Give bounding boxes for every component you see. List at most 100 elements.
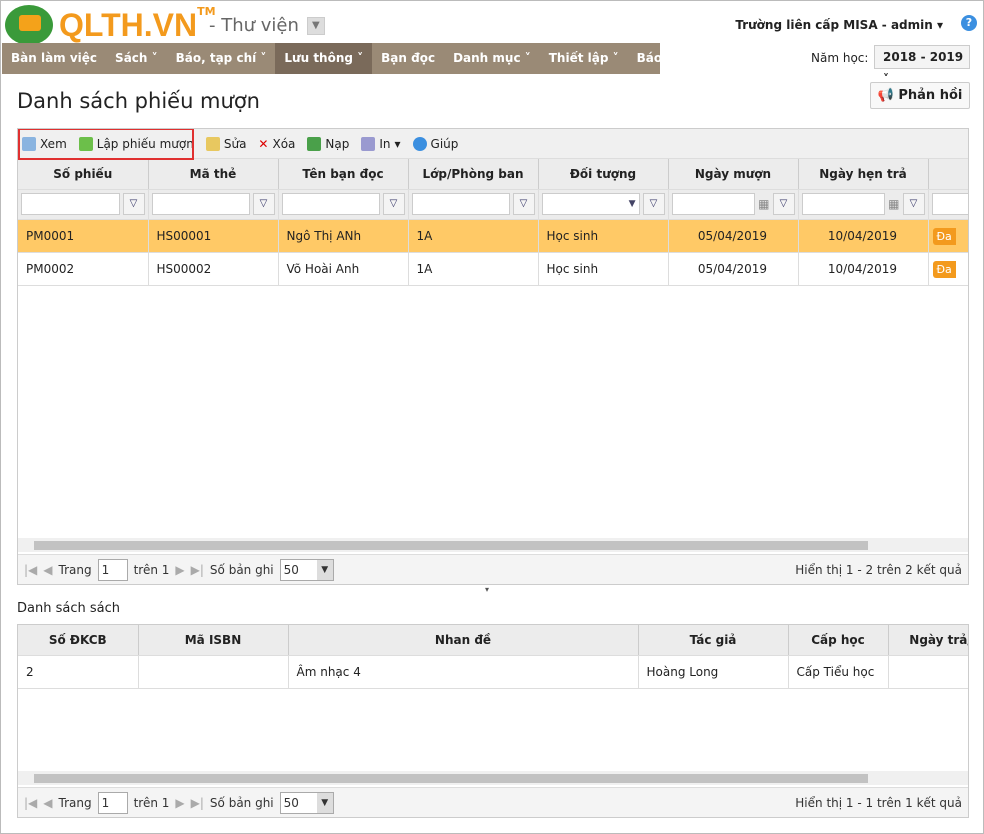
nav-ban-doc[interactable]: Bạn đọc — [372, 43, 444, 74]
filter-select[interactable]: ▼ — [541, 193, 640, 215]
print-icon — [361, 136, 376, 151]
col-ten-ban-doc[interactable]: Tên bạn đọc — [278, 159, 409, 190]
col-ma-the[interactable]: Mã thẻ — [148, 159, 279, 190]
reload-label: Nạp — [325, 136, 350, 151]
col-so-phieu[interactable]: Số phiếu — [18, 159, 149, 190]
books-grid: Số ĐKCB Mã ISBN Nhan đề Tác giả Cấp học … — [17, 624, 969, 818]
filter-input[interactable] — [671, 193, 756, 215]
filter-icon[interactable]: ▽ — [252, 193, 275, 215]
filter-icon[interactable]: ▽ — [902, 193, 925, 215]
filter-input[interactable] — [801, 193, 886, 215]
books-title: Danh sách sách — [17, 601, 120, 616]
table-row[interactable]: PM0002 HS00002 Võ Hoài Anh 1A Học sinh 0… — [18, 252, 968, 286]
col-nhan-de[interactable]: Nhan đề — [288, 625, 639, 656]
header-row: Số phiếu Mã thẻ Tên bạn đọc Lớp/Phòng ba… — [18, 159, 968, 190]
filter-icon[interactable]: ▽ — [642, 193, 665, 215]
page-input[interactable]: 1 — [97, 791, 128, 814]
next-page-icon[interactable]: ▶ — [175, 563, 184, 577]
nav-sach[interactable]: Sách ˅ — [106, 43, 167, 74]
print-label: In — [379, 136, 391, 151]
col-lop[interactable]: Lớp/Phòng ban — [408, 159, 539, 190]
splitter-handle[interactable]: ▾ — [485, 585, 489, 594]
prev-page-icon[interactable]: ◀ — [43, 796, 52, 810]
col-ngay-hen-tra[interactable]: Ngày hẹn trả — [798, 159, 929, 190]
cell: 10/04/2019 — [798, 252, 929, 286]
chevron-down-icon[interactable]: ▼ — [306, 16, 325, 35]
horizontal-scrollbar[interactable] — [18, 538, 968, 552]
filter-input[interactable] — [21, 193, 120, 215]
delete-label: Xóa — [272, 136, 296, 151]
calendar-icon[interactable]: ▦ — [758, 197, 769, 211]
toolbar: Xem Lập phiếu mượn Sửa ✕ Xóa Nạp In ▾ Giúp — [18, 129, 968, 160]
filter-input[interactable] — [931, 193, 968, 215]
first-page-icon[interactable]: |◀ — [24, 796, 37, 810]
nav-bao-cao[interactable]: Báo cáo — [628, 43, 699, 74]
filter-icon[interactable]: ▽ — [122, 193, 145, 215]
next-page-icon[interactable]: ▶ — [175, 796, 184, 810]
filter-input[interactable] — [281, 193, 380, 215]
page-title: Danh sách phiếu mượn — [17, 89, 260, 113]
col-ngay-tra[interactable]: Ngày trả/báo — [888, 625, 968, 656]
filter-input[interactable] — [151, 193, 250, 215]
page-size-select[interactable]: 50 — [279, 558, 334, 581]
calendar-icon[interactable]: ▦ — [888, 197, 899, 211]
edit-button[interactable]: Sửa — [205, 136, 247, 151]
cell: HS00002 — [148, 252, 279, 286]
col-cap-hoc[interactable]: Cấp học — [788, 625, 889, 656]
help-icon[interactable]: ? — [961, 15, 977, 31]
delete-button[interactable]: ✕ Xóa — [258, 137, 295, 151]
page-size-label: Số bản ghi — [209, 562, 274, 577]
prev-page-icon[interactable]: ◀ — [43, 563, 52, 577]
col-so-dkcb[interactable]: Số ĐKCB — [18, 625, 139, 656]
horizontal-scrollbar[interactable] — [18, 771, 968, 785]
filter-input[interactable] — [411, 193, 510, 215]
year-value: 2018 - 2019 — [883, 50, 964, 64]
col-ngay-muon[interactable]: Ngày mượn — [668, 159, 799, 190]
page-label: Trang — [58, 562, 92, 577]
col-trang-thai[interactable]: T — [928, 159, 968, 190]
nav-bao-tap-chi[interactable]: Báo, tạp chí ˅ — [167, 43, 276, 74]
nav-danh-muc[interactable]: Danh mục ˅ — [444, 43, 540, 74]
status-badge: Đa — [932, 260, 956, 278]
cell: Cấp Tiểu học — [788, 655, 889, 689]
pager-info: Hiển thị 1 - 1 trên 1 kết quả — [795, 795, 962, 810]
col-ma-isbn[interactable]: Mã ISBN — [138, 625, 289, 656]
last-page-icon[interactable]: ▶| — [191, 796, 204, 810]
loans-grid: Xem Lập phiếu mượn Sửa ✕ Xóa Nạp In ▾ Giúp… — [17, 128, 969, 585]
user-name: Trường liên cấp MISA - admin — [735, 18, 933, 32]
highlight-box — [18, 129, 194, 160]
last-page-icon[interactable]: ▶| — [191, 563, 204, 577]
table-row[interactable]: 2 Âm nhạc 4 Hoàng Long Cấp Tiểu học — [18, 655, 968, 689]
scrollbar-thumb[interactable] — [34, 541, 868, 550]
print-button[interactable]: In ▾ — [361, 136, 401, 151]
edit-label: Sửa — [223, 136, 247, 151]
nav-ban-lam-viec[interactable]: Bàn làm việc — [2, 43, 106, 74]
user-menu[interactable]: Trường liên cấp MISA - admin ▾ — [735, 18, 943, 32]
scrollbar-thumb[interactable] — [34, 774, 868, 783]
cell: 10/04/2019 — [798, 219, 929, 253]
filter-icon[interactable]: ▽ — [772, 193, 795, 215]
year-select[interactable]: 2018 - 2019 ˅ — [874, 45, 970, 86]
filter-icon[interactable]: ▽ — [512, 193, 535, 215]
module-name: - Thư viện — [209, 15, 299, 36]
cell: 05/04/2019 — [668, 252, 799, 286]
cell: PM0001 — [18, 219, 149, 253]
table-row[interactable]: PM0001 HS00001 Ngô Thị ANh 1A Học sinh 0… — [18, 219, 968, 253]
feedback-button[interactable]: 📢 Phản hồi — [870, 82, 970, 109]
logo[interactable]: QLTH.VN TM — [5, 5, 216, 45]
logo-icon — [5, 5, 53, 45]
reload-button[interactable]: Nạp — [307, 136, 350, 151]
page-input[interactable]: 1 — [97, 558, 128, 581]
page-size-select[interactable]: 50 — [279, 791, 334, 814]
cell: HS00001 — [148, 219, 279, 253]
nav-luu-thong[interactable]: Lưu thông ˅ — [275, 43, 373, 74]
module-selector[interactable]: - Thư viện ▼ — [209, 15, 325, 36]
col-tac-gia[interactable]: Tác giả — [638, 625, 789, 656]
help-button[interactable]: Giúp — [412, 136, 458, 151]
first-page-icon[interactable]: |◀ — [24, 563, 37, 577]
cell: 1A — [408, 252, 539, 286]
nav-thiet-lap[interactable]: Thiết lập ˅ — [540, 43, 628, 74]
filter-icon[interactable]: ▽ — [382, 193, 405, 215]
col-doi-tuong[interactable]: Đối tượng — [538, 159, 669, 190]
feedback-label: Phản hồi — [898, 88, 963, 103]
